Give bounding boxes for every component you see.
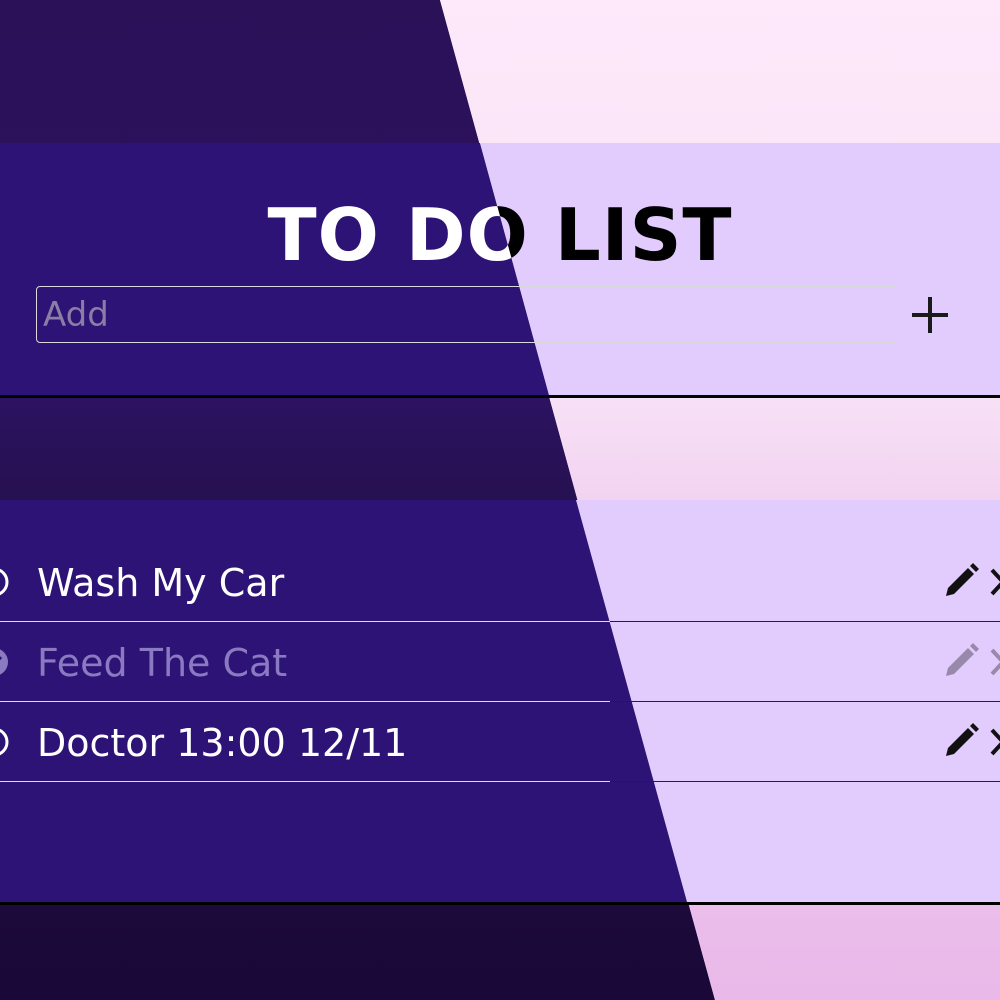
todo-label: Wash My Car	[37, 561, 285, 605]
todo-item: Wash My Car	[0, 542, 1000, 622]
pencil-icon[interactable]	[940, 562, 980, 602]
header-panel: TO DO LIST TO DO LIST	[0, 143, 1000, 395]
todo-label: Feed The Cat	[37, 641, 288, 685]
divider	[0, 902, 1000, 905]
check-circle-icon[interactable]	[0, 566, 10, 598]
close-icon[interactable]	[988, 566, 1000, 598]
todo-item-completed: Feed The Cat	[0, 622, 1000, 702]
add-button[interactable]	[906, 291, 954, 339]
check-circle-icon[interactable]	[0, 646, 10, 678]
close-icon[interactable]	[988, 646, 1000, 678]
close-icon[interactable]	[988, 726, 1000, 758]
pencil-icon[interactable]	[940, 642, 980, 682]
plus-icon	[912, 297, 948, 333]
add-input[interactable]	[36, 286, 898, 343]
pencil-icon[interactable]	[940, 722, 980, 762]
todo-list: Wash My Car Feed The Cat Doctor 13:00 12…	[0, 500, 1000, 902]
todo-item: Doctor 13:00 12/11	[0, 702, 1000, 782]
todo-label: Doctor 13:00 12/11	[37, 721, 408, 765]
check-circle-icon[interactable]	[0, 726, 10, 758]
divider	[0, 395, 1000, 398]
